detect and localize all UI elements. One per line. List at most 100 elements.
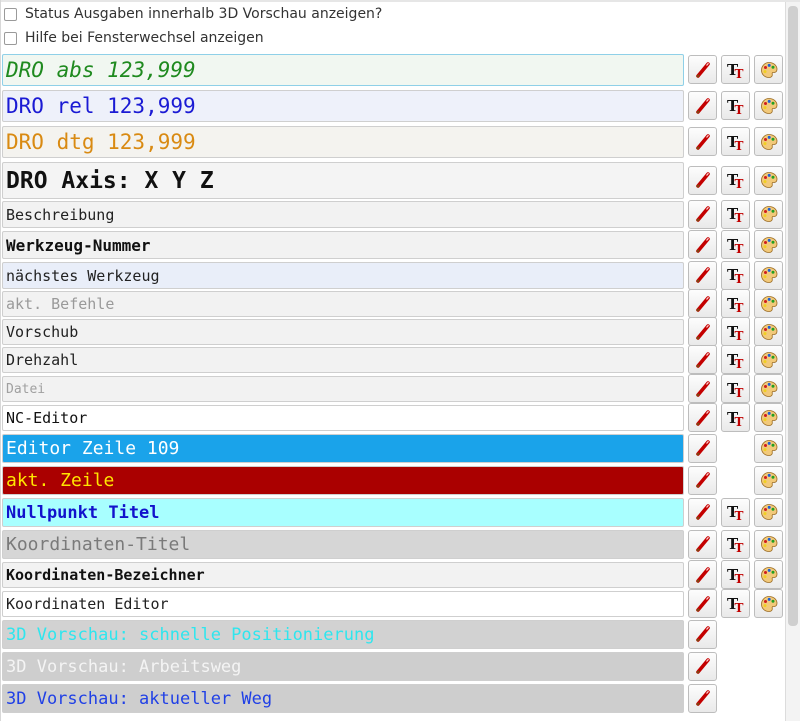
- svg-text:T: T: [734, 541, 743, 554]
- font-button[interactable]: TT: [721, 345, 750, 374]
- edit-text-button[interactable]: [688, 317, 717, 346]
- font-button[interactable]: TT: [721, 230, 750, 259]
- style-preview-field[interactable]: Vorschub: [2, 319, 684, 345]
- style-row: Drehzahl T T: [2, 345, 783, 374]
- svg-text:T: T: [734, 601, 743, 614]
- style-preview-field[interactable]: DRO Axis: X Y Z: [2, 162, 684, 199]
- pencil-icon: [693, 204, 713, 224]
- style-preview-field[interactable]: Beschreibung: [2, 201, 684, 228]
- font-button[interactable]: TT: [721, 127, 750, 156]
- scrollbar-thumb[interactable]: [788, 6, 798, 626]
- style-preview-field[interactable]: 3D Vorschau: Arbeitsweg: [2, 652, 684, 681]
- option-status-output[interactable]: Status Ausgaben innerhalb 3D Vorschau an…: [4, 3, 382, 25]
- style-preview-field[interactable]: Datei: [2, 376, 684, 402]
- vertical-scrollbar[interactable]: [785, 2, 800, 721]
- font-button[interactable]: TT: [721, 91, 750, 120]
- style-preview-field[interactable]: Koordinaten Editor: [2, 591, 684, 617]
- font-tt-icon: TT: [726, 502, 746, 522]
- color-button[interactable]: [754, 199, 783, 229]
- edit-text-button[interactable]: [688, 433, 717, 463]
- color-button[interactable]: [754, 560, 783, 589]
- font-button[interactable]: TT: [721, 317, 750, 346]
- style-preview-field[interactable]: Koordinaten-Titel: [2, 530, 684, 559]
- color-button[interactable]: [754, 497, 783, 527]
- top-border: [0, 0, 800, 2]
- svg-text:T: T: [734, 329, 743, 342]
- edit-text-button[interactable]: [688, 165, 717, 195]
- style-row: NC-Editor T T: [2, 403, 783, 432]
- edit-text-button[interactable]: [688, 345, 717, 374]
- style-preview-field[interactable]: Editor Zeile 109: [2, 434, 684, 463]
- edit-text-button[interactable]: [688, 683, 717, 713]
- color-button[interactable]: [754, 433, 783, 463]
- edit-text-button[interactable]: [688, 497, 717, 527]
- style-preview-field[interactable]: DRO dtg 123,999: [2, 126, 684, 158]
- edit-text-button[interactable]: [688, 230, 717, 259]
- font-button[interactable]: TT: [721, 403, 750, 432]
- color-button[interactable]: [754, 289, 783, 318]
- pencil-icon: [693, 534, 713, 554]
- edit-text-button[interactable]: [688, 91, 717, 120]
- color-button[interactable]: [754, 374, 783, 403]
- palette-icon: [759, 170, 779, 190]
- color-button[interactable]: [754, 465, 783, 495]
- style-preview-field[interactable]: DRO rel 123,999: [2, 90, 684, 122]
- edit-text-button[interactable]: [688, 560, 717, 589]
- edit-text-button[interactable]: [688, 619, 717, 649]
- checkbox-status-output[interactable]: [4, 7, 17, 21]
- font-button[interactable]: TT: [721, 165, 750, 195]
- color-button[interactable]: [754, 345, 783, 374]
- edit-text-button[interactable]: [688, 465, 717, 495]
- edit-text-button[interactable]: [688, 289, 717, 318]
- style-preview-field[interactable]: NC-Editor: [2, 405, 684, 431]
- style-preview-field[interactable]: nächstes Werkzeug: [2, 262, 684, 289]
- font-button[interactable]: TT: [721, 55, 750, 84]
- palette-icon: [759, 379, 779, 399]
- color-button[interactable]: [754, 230, 783, 259]
- style-preview-field[interactable]: 3D Vorschau: aktueller Weg: [2, 684, 684, 713]
- font-button[interactable]: TT: [721, 260, 750, 290]
- style-preview-field[interactable]: 3D Vorschau: schnelle Positionierung: [2, 620, 684, 649]
- edit-text-button[interactable]: [688, 529, 717, 559]
- edit-text-button[interactable]: [688, 199, 717, 229]
- style-preview-field[interactable]: Koordinaten-Bezeichner: [2, 562, 684, 588]
- color-button[interactable]: [754, 403, 783, 432]
- color-button[interactable]: [754, 127, 783, 156]
- pencil-icon: [693, 96, 713, 116]
- style-preview-field[interactable]: Werkzeug-Nummer: [2, 231, 684, 259]
- pencil-icon: [693, 502, 713, 522]
- font-button[interactable]: TT: [721, 289, 750, 318]
- color-button[interactable]: [754, 260, 783, 290]
- palette-icon: [759, 60, 779, 80]
- style-row: Editor Zeile 109: [2, 433, 783, 463]
- color-button[interactable]: [754, 529, 783, 559]
- font-button[interactable]: TT: [721, 374, 750, 403]
- style-preview-field[interactable]: Drehzahl: [2, 347, 684, 373]
- edit-text-button[interactable]: [688, 374, 717, 403]
- style-preview-field[interactable]: akt. Befehle: [2, 291, 684, 317]
- edit-text-button[interactable]: [688, 403, 717, 432]
- svg-text:T: T: [734, 301, 743, 314]
- color-button[interactable]: [754, 91, 783, 120]
- color-button[interactable]: [754, 55, 783, 84]
- edit-text-button[interactable]: [688, 260, 717, 290]
- font-button[interactable]: TT: [721, 589, 750, 618]
- edit-text-button[interactable]: [688, 651, 717, 681]
- style-preview-field[interactable]: DRO abs 123,999: [2, 54, 684, 86]
- option-window-help[interactable]: Hilfe bei Fensterwechsel anzeigen: [4, 27, 264, 49]
- edit-text-button[interactable]: [688, 589, 717, 618]
- font-button[interactable]: TT: [721, 560, 750, 589]
- font-button[interactable]: TT: [721, 497, 750, 527]
- color-button[interactable]: [754, 165, 783, 195]
- checkbox-window-help[interactable]: [4, 31, 17, 45]
- style-row: 3D Vorschau: Arbeitsweg: [2, 651, 782, 681]
- svg-text:T: T: [734, 177, 743, 190]
- color-button[interactable]: [754, 317, 783, 346]
- font-button[interactable]: TT: [721, 529, 750, 559]
- style-preview-field[interactable]: akt. Zeile: [2, 466, 684, 495]
- edit-text-button[interactable]: [688, 127, 717, 156]
- edit-text-button[interactable]: [688, 55, 717, 84]
- color-button[interactable]: [754, 589, 783, 618]
- style-preview-field[interactable]: Nullpunkt Titel: [2, 498, 684, 527]
- font-button[interactable]: TT: [721, 199, 750, 229]
